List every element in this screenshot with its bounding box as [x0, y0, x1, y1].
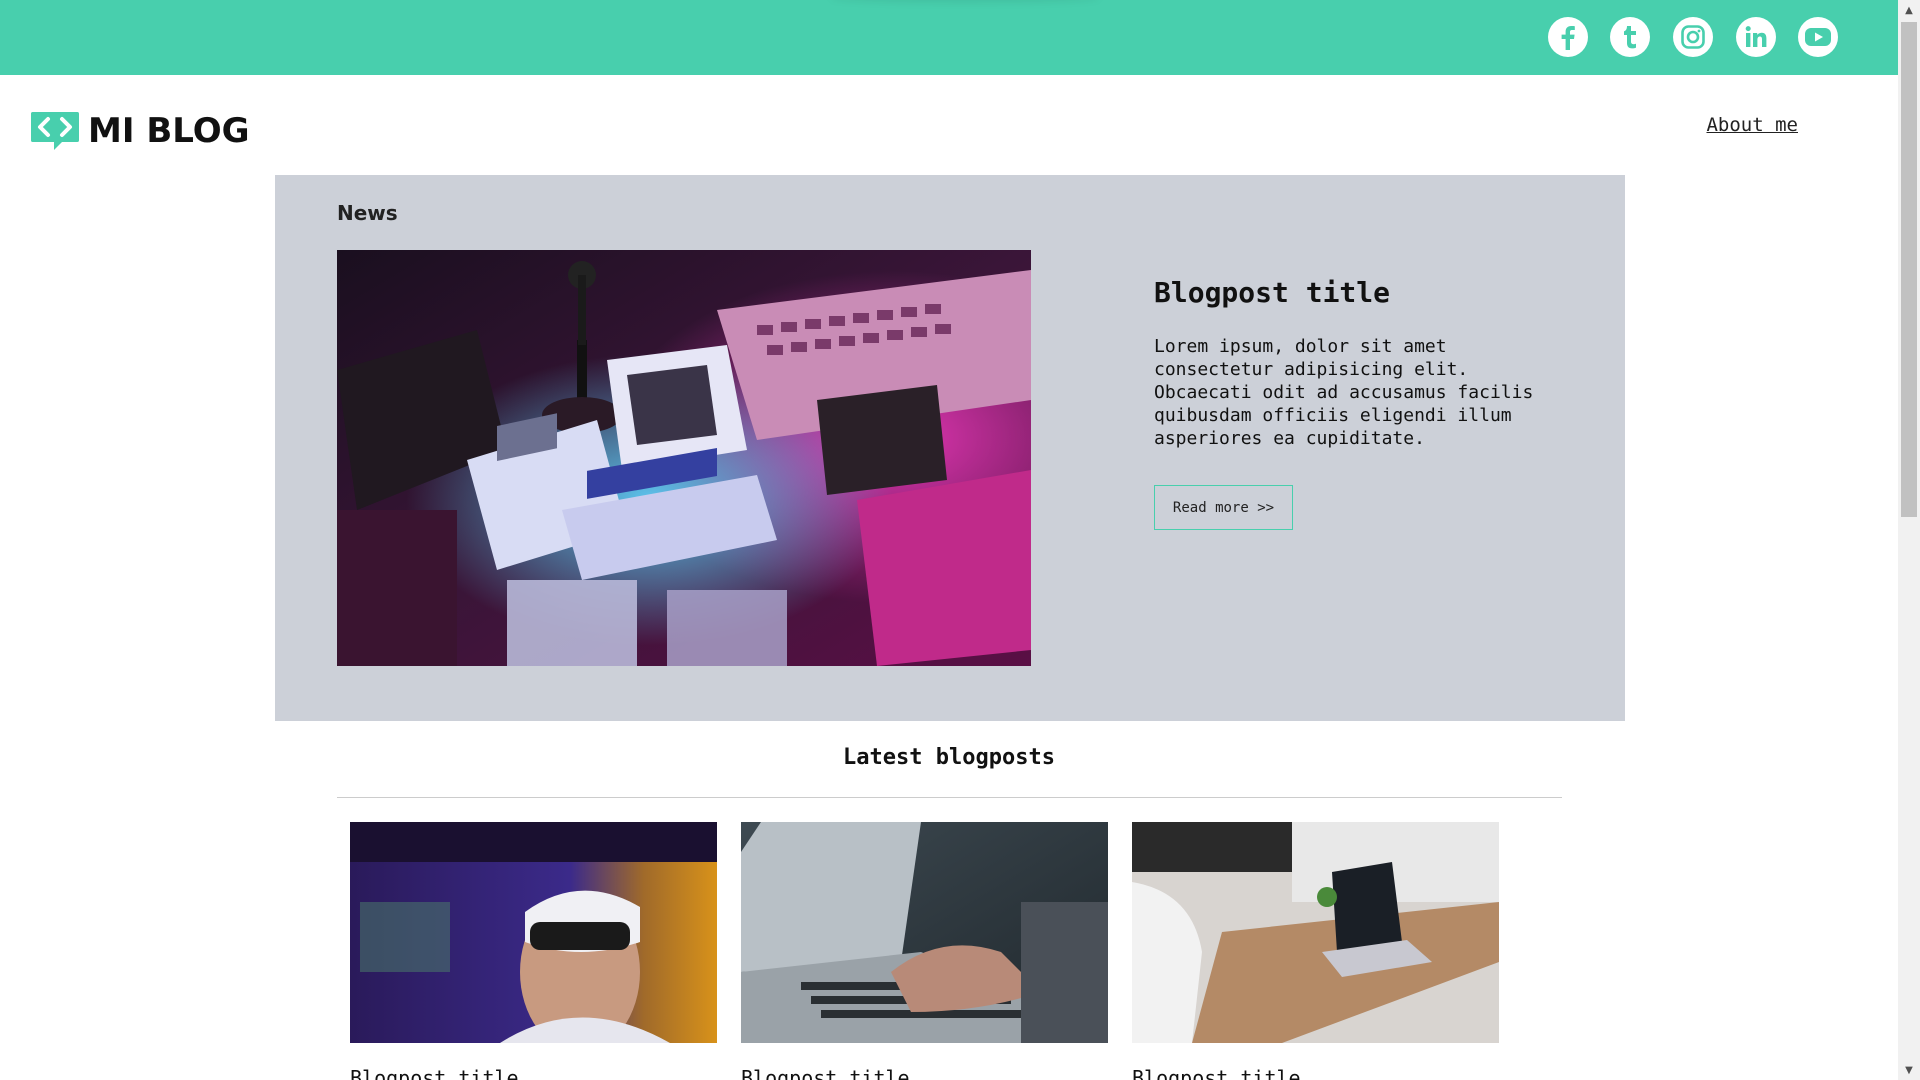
youtube-icon[interactable] [1798, 17, 1838, 57]
tumblr-icon[interactable] [1610, 17, 1650, 57]
blogpost-card[interactable]: Blogpost title [1132, 822, 1499, 1080]
section-divider [337, 797, 1562, 798]
scroll-down-arrow-icon[interactable]: ▼ [1898, 1060, 1920, 1080]
news-post-excerpt: Lorem ipsum, dolor sit amet consectetur … [1154, 336, 1534, 449]
instagram-icon[interactable] [1673, 17, 1713, 57]
scroll-up-arrow-icon[interactable]: ▲ [1898, 0, 1920, 20]
card-title[interactable]: Blogpost title [741, 1066, 1108, 1080]
card-image-laptop-typing[interactable] [741, 822, 1108, 1043]
blogpost-card[interactable]: Blogpost title [350, 822, 717, 1080]
news-feature: News Blogpost title Lorem ipsum, dolor s… [275, 175, 1625, 721]
bar-shadow [830, 0, 1100, 2]
latest-blogposts-heading: Latest blogposts [843, 745, 1055, 770]
about-me-link[interactable]: About me [1706, 114, 1798, 136]
linkedin-icon[interactable] [1736, 17, 1776, 57]
blogpost-card[interactable]: Blogpost title [741, 822, 1108, 1080]
vertical-scrollbar[interactable]: ▲ ▼ [1898, 0, 1920, 1080]
read-more-button[interactable]: Read more >> [1154, 485, 1293, 530]
card-title[interactable]: Blogpost title [350, 1066, 717, 1080]
site-logo[interactable]: MI BLOG [30, 110, 250, 152]
scrollbar-thumb[interactable] [1901, 22, 1917, 517]
page: MI BLOG About me News Blogpost title Lor… [0, 0, 1898, 1080]
news-post-title[interactable]: Blogpost title [1154, 276, 1390, 309]
social-bar [0, 0, 1898, 75]
card-image-vr-headset[interactable] [350, 822, 717, 1043]
logo-chat-icon [31, 112, 79, 150]
card-title[interactable]: Blogpost title [1132, 1066, 1499, 1080]
section-label-news: News [337, 201, 398, 225]
facebook-icon[interactable] [1548, 17, 1588, 57]
featured-image-retro-consoles[interactable] [337, 250, 1031, 666]
card-image-desk-laptop[interactable] [1132, 822, 1499, 1043]
logo-text: MI BLOG [88, 111, 250, 151]
